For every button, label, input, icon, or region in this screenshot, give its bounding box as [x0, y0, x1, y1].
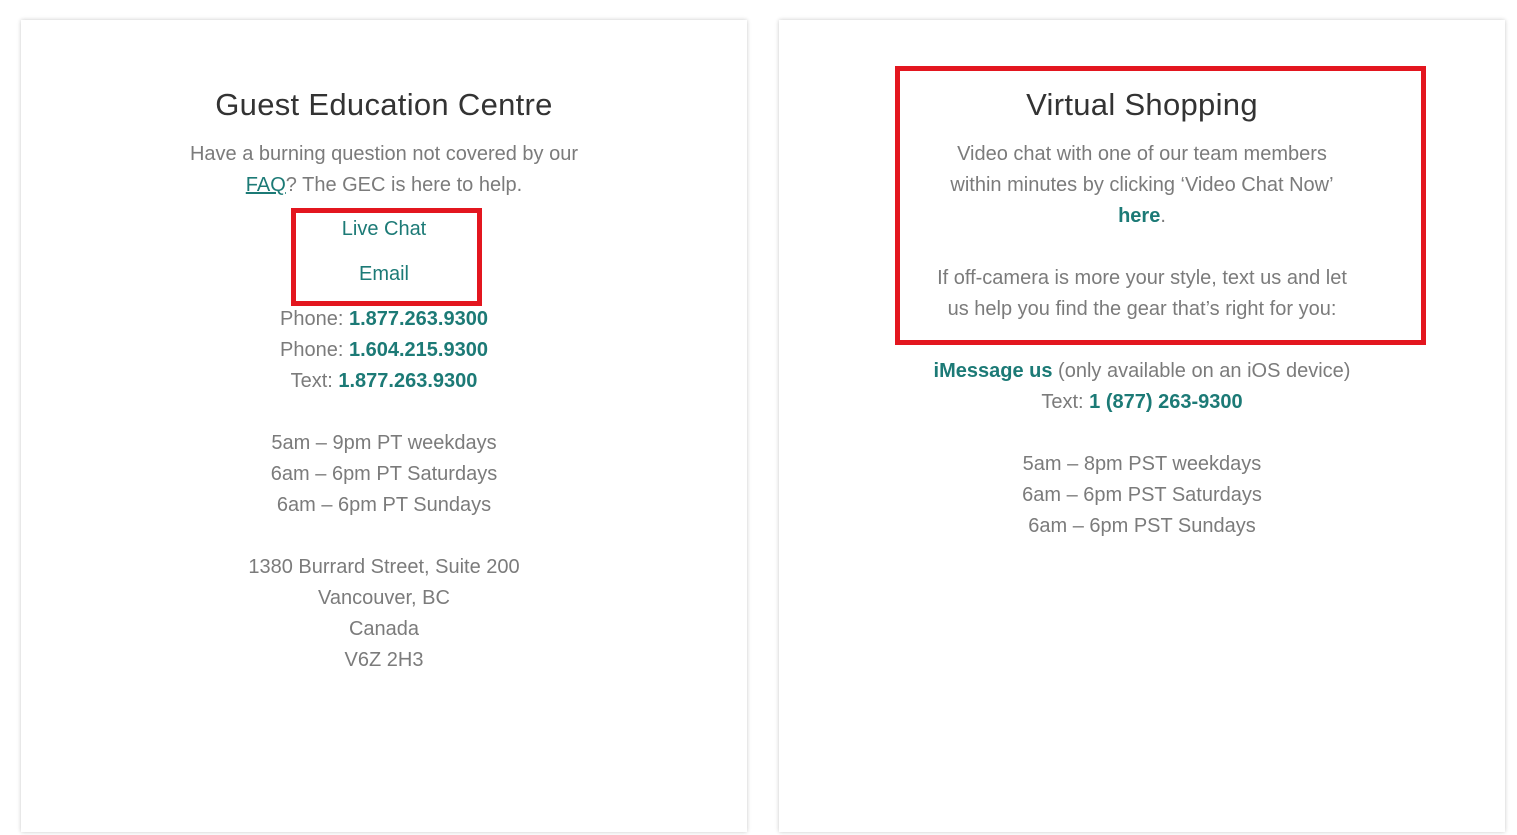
- gec-intro-line2-text: ? The GEC is here to help.: [285, 174, 523, 196]
- address-city: Vancouver, BC: [318, 587, 450, 609]
- vs-text-line2: us help you find the gear that’s right f…: [947, 298, 1337, 320]
- hours-saturdays: 6am – 6pm PT Saturdays: [270, 463, 498, 485]
- phone-row-2: Phone: 1.604.215.9300: [21, 339, 747, 362]
- gec-intro-line1: Have a burning question not covered by o…: [189, 143, 579, 165]
- vs-here-row: here.: [779, 205, 1505, 228]
- text-row: Text: 1.877.263.9300: [21, 370, 747, 393]
- imessage-link[interactable]: iMessage us: [934, 360, 1053, 382]
- imessage-note: (only available on an iOS device): [1052, 360, 1351, 382]
- vs-text-number-link[interactable]: 1 (877) 263-9300: [1089, 391, 1242, 413]
- email-link[interactable]: Email: [359, 263, 409, 285]
- vs-hours-sundays: 6am – 6pm PST Sundays: [1028, 515, 1256, 537]
- vs-title: Virtual Shopping: [1026, 87, 1258, 122]
- vs-video-line1: Video chat with one of our team members: [957, 143, 1327, 165]
- address-street: 1380 Burrard Street, Suite 200: [248, 556, 520, 578]
- imessage-row: iMessage us (only available on an iOS de…: [779, 360, 1505, 383]
- phone-link-1[interactable]: 1.877.263.9300: [349, 308, 488, 330]
- address-postal: V6Z 2H3: [344, 649, 424, 671]
- phone-label: Phone:: [280, 308, 349, 330]
- hours-sundays: 6am – 6pm PT Sundays: [276, 494, 492, 516]
- faq-link[interactable]: FAQ: [246, 174, 286, 196]
- hours-weekdays: 5am – 9pm PT weekdays: [271, 432, 497, 454]
- phone-label: Phone:: [280, 339, 349, 361]
- address-country: Canada: [348, 618, 420, 640]
- vs-hours-weekdays: 5am – 8pm PST weekdays: [1022, 453, 1262, 475]
- email-link-row: Email: [21, 263, 747, 286]
- here-suffix: .: [1160, 205, 1166, 227]
- phone-link-2[interactable]: 1.604.215.9300: [349, 339, 488, 361]
- vs-hours-saturdays: 6am – 6pm PST Saturdays: [1022, 484, 1262, 506]
- video-chat-here-link[interactable]: here: [1118, 205, 1160, 227]
- guest-education-card: Guest Education Centre Have a burning qu…: [21, 20, 747, 832]
- vs-video-line2: within minutes by clicking ‘Video Chat N…: [950, 174, 1334, 196]
- phone-row-1: Phone: 1.877.263.9300: [21, 308, 747, 331]
- live-chat-link-row: Live Chat: [21, 218, 747, 241]
- vs-text-number-row: Text: 1 (877) 263-9300: [779, 391, 1505, 414]
- gec-intro-line2: FAQ? The GEC is here to help.: [21, 174, 747, 197]
- text-link[interactable]: 1.877.263.9300: [338, 370, 477, 392]
- vs-text-label: Text:: [1041, 391, 1090, 413]
- virtual-shopping-card: Virtual Shopping Video chat with one of …: [779, 20, 1505, 832]
- gec-title: Guest Education Centre: [215, 87, 553, 122]
- vs-text-line1: If off-camera is more your style, text u…: [937, 267, 1347, 289]
- text-label: Text:: [290, 370, 339, 392]
- live-chat-link[interactable]: Live Chat: [342, 218, 427, 240]
